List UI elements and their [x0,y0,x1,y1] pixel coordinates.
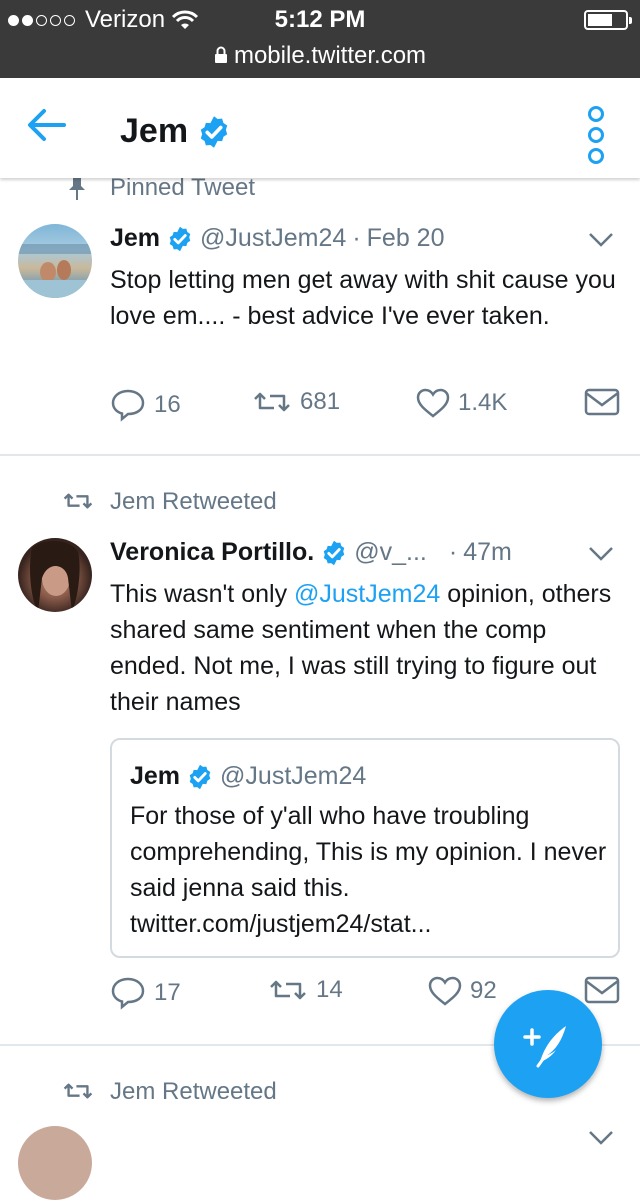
mention-link[interactable]: @JustJem24 [294,580,440,608]
tweet-date[interactable]: Feb 20 [367,224,445,253]
quoted-tweet-header: Jem @JustJem24 [130,762,366,791]
avatar-image [18,244,92,298]
reply-button[interactable]: 16 [110,388,181,422]
dm-button[interactable] [584,388,620,416]
tweet-actions: 16 681 1.4K [110,388,620,428]
retweeted-label-text: Jem Retweeted [110,488,277,515]
quoted-author-name: Jem [130,762,181,790]
reply-count: 16 [154,391,181,418]
verified-badge-icon [189,764,211,789]
like-count: 1.4K [458,389,508,416]
retweet-icon [63,493,93,509]
separator: · [352,224,361,252]
url-text: mobile.twitter.com [233,42,427,69]
quoted-author-handle: @JustJem24 [220,762,367,790]
retweet-icon [254,392,290,412]
verified-badge-icon [323,540,345,565]
avatar-image [30,540,80,612]
quoted-tweet[interactable]: Jem @JustJem24 For those of y'all who ha… [110,738,620,958]
verified-badge-icon [200,115,228,148]
tweet-text: This wasn't only @JustJem24 opinion, oth… [110,576,620,720]
chevron-down-icon[interactable] [588,1130,614,1146]
verified-badge-icon [169,226,191,251]
retweet-count: 681 [300,388,341,415]
back-arrow-icon[interactable] [26,108,66,142]
avatar[interactable] [18,1126,92,1200]
avatar[interactable] [18,224,92,298]
chevron-down-icon[interactable] [588,546,614,562]
author-name[interactable]: Jem [110,224,160,253]
pin-icon [69,176,85,200]
separator: · [448,538,458,566]
compose-tweet-button[interactable] [494,990,602,1098]
lock-icon [214,46,227,63]
heart-icon [416,388,450,418]
tweet-date[interactable]: 47m [463,538,512,567]
like-button[interactable]: 92 [428,976,497,1006]
tweet-header: Jem @JustJem24 · Feb 20 [110,224,444,253]
chevron-down-icon[interactable] [588,232,614,248]
reply-button[interactable]: 17 [110,976,181,1010]
profile-header: Jem [0,78,640,178]
retweeted-label-text: Jem Retweeted [110,1078,277,1105]
more-options-icon[interactable] [588,106,604,164]
retweet-icon [63,1083,93,1099]
retweet-button[interactable]: 681 [252,388,340,416]
reply-icon [111,977,145,1010]
avatar[interactable] [18,538,92,612]
reply-icon [111,389,145,422]
like-button[interactable]: 1.4K [416,388,507,418]
retweet-count: 14 [316,976,343,1003]
compose-feather-icon [523,1026,566,1068]
url-bar[interactable]: mobile.twitter.com [0,42,640,70]
author-handle[interactable]: @v_... [354,538,427,567]
author-handle[interactable]: @JustJem24 [200,224,346,253]
page-title: Jem [120,112,232,151]
like-count: 92 [470,977,497,1004]
clock: 5:12 PM [274,6,366,33]
heart-icon [428,976,462,1006]
tweet-header: Veronica Portillo. @v_... · 47m [110,538,512,567]
reply-count: 17 [154,979,181,1006]
retweet-icon [270,980,306,1000]
quoted-tweet-text: For those of y'all who have troubling co… [130,802,607,938]
envelope-icon [584,388,620,416]
tweet-text: Stop letting men get away with shit caus… [110,266,616,330]
status-bar: Verizon 5:12 PM mobile.twitter.com [0,0,640,78]
page-title-text: Jem [120,112,189,150]
divider [0,454,640,456]
tweet-text-start: This wasn't only [110,580,295,608]
battery-icon [584,10,632,30]
retweet-button[interactable]: 14 [268,976,343,1004]
pinned-label-text: Pinned Tweet [110,174,255,201]
author-name[interactable]: Veronica Portillo. [110,538,314,567]
